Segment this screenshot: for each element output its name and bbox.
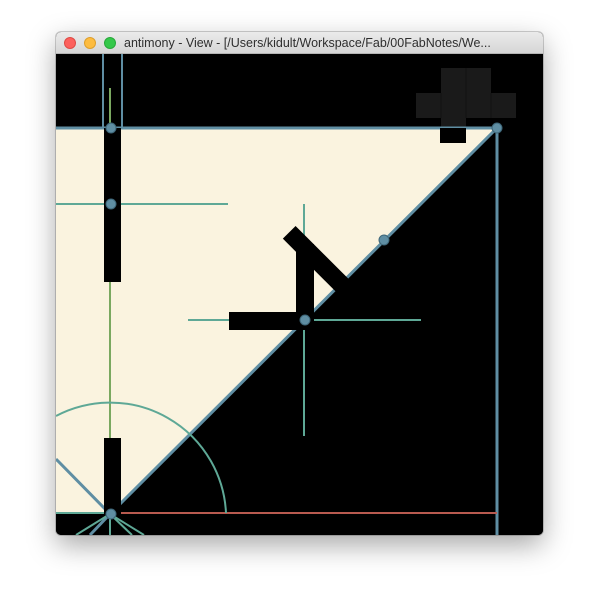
minimize-window-button[interactable]	[84, 37, 96, 49]
vertical-guides	[102, 54, 123, 128]
canvas-svg[interactable]	[56, 54, 543, 535]
control-point-top-left[interactable]	[105, 122, 117, 134]
close-window-button[interactable]	[64, 37, 76, 49]
control-point-edge[interactable]	[378, 234, 390, 246]
title-bar[interactable]: antimony - View - [/Users/kidult/Workspa…	[56, 32, 543, 54]
control-point-top-right[interactable]	[491, 122, 503, 134]
app-window: antimony - View - [/Users/kidult/Workspa…	[56, 32, 543, 535]
zoom-window-button[interactable]	[104, 37, 116, 49]
control-point-guide[interactable]	[105, 198, 117, 210]
canvas-viewport[interactable]	[56, 54, 543, 535]
control-point-origin[interactable]	[105, 508, 117, 520]
control-point-center[interactable]	[299, 314, 311, 326]
window-title: antimony - View - [/Users/kidult/Workspa…	[124, 36, 491, 50]
